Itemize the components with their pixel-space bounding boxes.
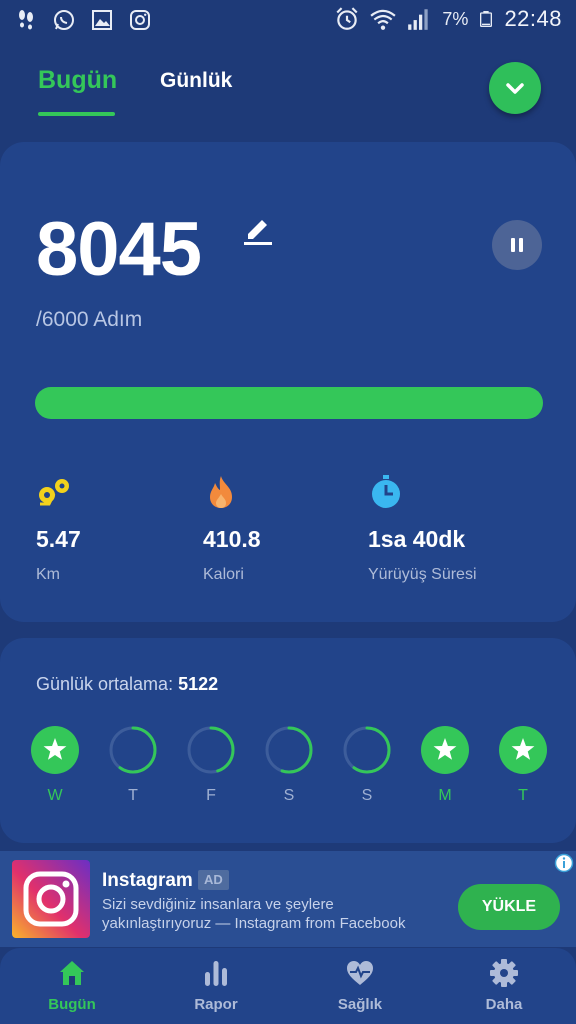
signal-icon xyxy=(408,9,429,30)
battery-percent: 7% xyxy=(442,8,469,29)
tab-daily[interactable]: Günlük xyxy=(160,69,232,93)
day-indicator[interactable] xyxy=(498,725,548,775)
day-label: S xyxy=(283,787,295,804)
distance-label: Km xyxy=(36,566,60,583)
calories-label: Kalori xyxy=(203,566,244,583)
day-label: T xyxy=(518,787,528,804)
walking-time-value: 1sa 40dk xyxy=(368,526,466,552)
pause-icon xyxy=(511,238,523,252)
nav-today-label: Bugün xyxy=(48,996,96,1013)
walking-time-label: Yürüyüş Süresi xyxy=(368,566,477,583)
wifi-icon xyxy=(370,9,397,30)
install-button[interactable]: YÜKLE xyxy=(458,884,560,930)
ad-title: Instagram xyxy=(102,870,193,891)
ad-banner[interactable]: Instagram AD Sizi sevdiğiniz insanlara v… xyxy=(0,851,576,947)
nav-health[interactable]: Sağlık xyxy=(305,958,415,1018)
clock: 22:48 xyxy=(504,6,562,31)
day-indicator[interactable] xyxy=(264,725,314,775)
day-label: T xyxy=(128,787,138,804)
bar-chart-icon xyxy=(205,961,227,986)
day-label: W xyxy=(47,787,63,804)
distance-icon xyxy=(39,479,69,506)
tab-today[interactable]: Bugün xyxy=(38,66,117,95)
nav-today[interactable]: Bugün xyxy=(17,958,127,1018)
ad-info-icon[interactable] xyxy=(554,853,574,873)
distance-value: 5.47 xyxy=(36,526,81,552)
active-tab-indicator xyxy=(38,112,115,116)
step-progress-bar xyxy=(35,387,543,419)
progress-ring xyxy=(187,726,235,774)
pause-button[interactable] xyxy=(492,220,542,270)
star-icon xyxy=(31,726,79,774)
edit-steps-button[interactable] xyxy=(242,214,274,246)
day-indicator[interactable] xyxy=(420,725,470,775)
day-indicator[interactable] xyxy=(30,725,80,775)
fire-icon xyxy=(210,476,232,508)
whatsapp-icon xyxy=(54,10,74,30)
ad-badge: AD xyxy=(198,870,229,890)
battery-icon xyxy=(480,11,493,27)
notification-icons xyxy=(14,8,152,32)
daily-average-value: 5122 xyxy=(178,674,219,694)
gallery-icon xyxy=(92,10,112,30)
chevron-down-icon xyxy=(506,83,524,94)
star-icon xyxy=(421,726,469,774)
nav-more[interactable]: Daha xyxy=(449,958,559,1018)
instagram-logo xyxy=(12,860,90,938)
status-bar: 7% 22:48 xyxy=(0,0,576,42)
step-goal: /6000 Adım xyxy=(36,308,143,331)
daily-average: Günlük ortalama: 5122 xyxy=(36,674,218,695)
progress-ring xyxy=(265,726,313,774)
ad-description: Sizi sevdiğiniz insanlara ve şeylere yak… xyxy=(102,896,406,932)
nav-more-label: Daha xyxy=(485,996,523,1013)
nav-health-label: Sağlık xyxy=(337,996,383,1013)
day-label: F xyxy=(206,787,216,804)
stat-distance: 5.47 Km xyxy=(36,474,196,583)
day-label: S xyxy=(361,787,373,804)
day-label: M xyxy=(438,787,452,804)
stat-walking-time: 1sa 40dk Yürüyüş Süresi xyxy=(368,474,528,583)
stopwatch-icon xyxy=(372,475,400,508)
instagram-icon xyxy=(130,10,150,30)
progress-ring xyxy=(343,726,391,774)
home-icon xyxy=(60,961,84,985)
heart-pulse-icon xyxy=(347,961,373,985)
stat-calories: 410.8 Kalori xyxy=(203,474,363,583)
day-indicator[interactable] xyxy=(186,725,236,775)
daily-average-label: Günlük ortalama: xyxy=(36,674,174,694)
progress-ring xyxy=(109,726,157,774)
nav-report-label: Rapor xyxy=(194,996,238,1013)
day-indicator[interactable] xyxy=(108,725,158,775)
footsteps-icon xyxy=(19,10,33,30)
system-icons: 7% 22:48 xyxy=(334,6,562,32)
alarm-icon xyxy=(336,7,358,30)
calories-value: 410.8 xyxy=(203,526,261,552)
pencil-icon xyxy=(244,220,272,245)
step-progress-fill xyxy=(35,387,543,419)
gear-icon xyxy=(490,959,518,987)
dropdown-button[interactable] xyxy=(489,62,541,114)
star-icon xyxy=(499,726,547,774)
day-indicator[interactable] xyxy=(342,725,392,775)
nav-report[interactable]: Rapor xyxy=(161,958,271,1018)
step-count: 8045 xyxy=(36,207,202,292)
